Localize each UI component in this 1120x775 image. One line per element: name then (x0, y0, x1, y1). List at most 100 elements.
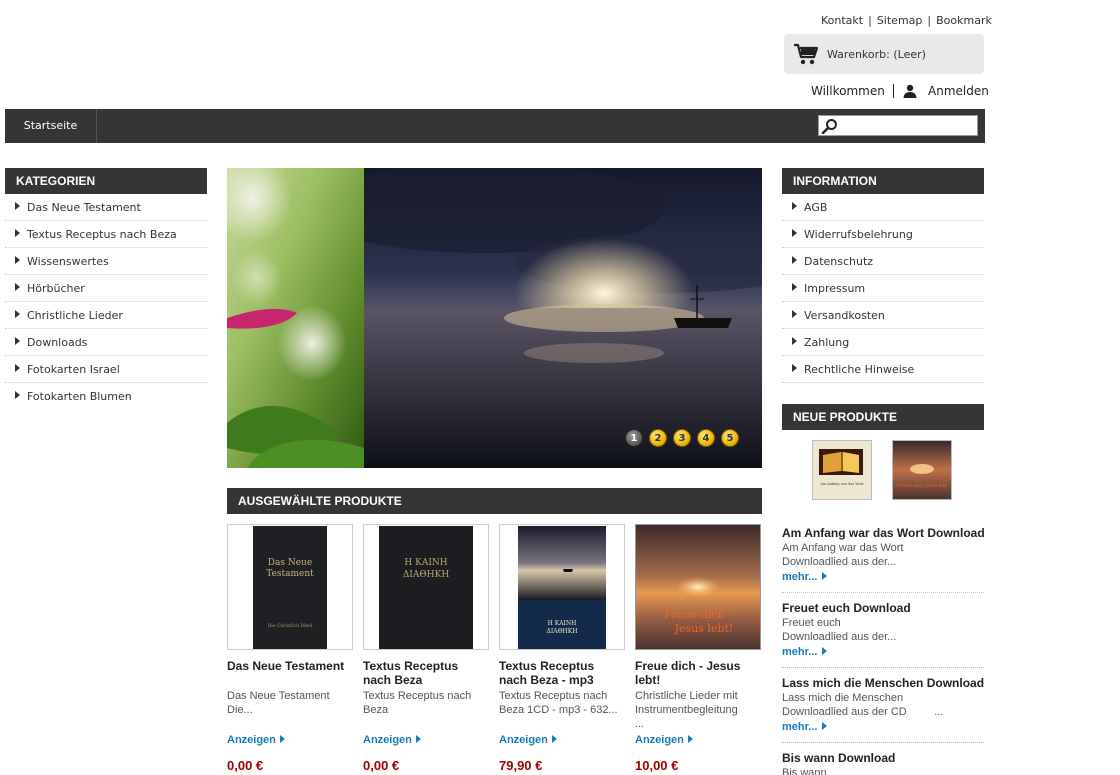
product-price: 79,90 € (499, 758, 543, 773)
categories-box: KATEGORIEN Das Neue Testament Textus Rec… (5, 168, 207, 410)
category-label: Textus Receptus nach Beza (27, 228, 177, 241)
product-title[interactable]: Freue dich - Jesus lebt! (635, 659, 761, 687)
search-input[interactable] (841, 117, 975, 134)
category-item[interactable]: Das Neue Testament (5, 194, 207, 221)
show-product-link[interactable]: Anzeigen (227, 734, 285, 746)
product-price: 0,00 € (363, 758, 400, 773)
product-title[interactable]: Das Neue Testament (227, 659, 353, 687)
product-title[interactable]: Textus Receptus nach Beza (363, 659, 489, 687)
information-label: Widerrufsbelehrung (804, 228, 913, 241)
show-label: Anzeigen (635, 734, 684, 746)
new-product-title[interactable]: Freuet euch Download (782, 601, 984, 616)
new-product-item: Lass mich die Menschen Download Lass mic… (782, 676, 984, 743)
product-price: 0,00 € (227, 758, 264, 773)
more-link[interactable]: mehr... (782, 720, 984, 734)
new-product-item: Am Anfang war das Wort Download Am Anfan… (782, 526, 985, 593)
cover-title-line-1: Η ΚΑΙΝΗ (404, 558, 447, 568)
account-area: Willkommen Anmelden (811, 84, 989, 100)
new-product-description: Downloadlied aus der... (782, 631, 897, 643)
cover-title-line-1: Das Neue (268, 558, 312, 568)
new-product-thumbnail[interactable]: Am Anfang war das Wort (812, 440, 872, 500)
product-description: Textus Receptus nach Beza (363, 690, 472, 716)
product-price: 10,00 € (635, 758, 679, 773)
slider-page-dot[interactable]: 3 (673, 429, 691, 447)
product-card: Η ΚΑΙΝΗ ΔΙΑΘΗΚΗ Textus Receptus nach Bez… (363, 524, 489, 773)
category-item[interactable]: Wissenswertes (5, 248, 207, 275)
new-products-thumbnails: Am Anfang war das Wort Freuet euch Jesus… (782, 430, 984, 526)
arrow-right-icon (792, 364, 797, 372)
category-item[interactable]: Textus Receptus nach Beza (5, 221, 207, 248)
more-link[interactable]: mehr... (782, 645, 984, 659)
sitemap-link[interactable]: Sitemap (877, 14, 923, 27)
arrow-right-icon (15, 310, 20, 318)
bookmark-link[interactable]: Bookmark (936, 14, 992, 27)
contact-link[interactable]: Kontakt (821, 14, 863, 27)
cover-title-line-2: Jesus lebt! (674, 622, 734, 635)
product-image[interactable]: Freue dich - Jesus lebt! (635, 524, 761, 650)
cover-title-line-2: Testament (266, 569, 314, 579)
information-item[interactable]: AGB (782, 194, 984, 221)
separator (893, 84, 894, 98)
category-item[interactable]: Fotokarten Israel (5, 356, 207, 383)
sea-sunset-slide-image (364, 168, 762, 468)
information-item[interactable]: Rechtliche Hinweise (782, 356, 984, 383)
category-label: Christliche Lieder (27, 309, 123, 322)
slider-page-dot[interactable]: 1 (625, 429, 643, 447)
cd-cover-image: Freue dich - Jesus lebt! (636, 525, 760, 649)
product-image[interactable]: Das Neue Testament Die Christlich Bibel (227, 524, 353, 650)
new-product-thumbnail[interactable]: Freuet euch Jesus lebt (892, 440, 952, 500)
new-product-item: Freuet euch Download Freuet euch Downloa… (782, 601, 984, 668)
more-link[interactable]: mehr... (782, 570, 984, 584)
slider-page-dot[interactable]: 2 (649, 429, 667, 447)
arrow-right-icon (279, 735, 285, 743)
information-item[interactable]: Datenschutz (782, 248, 984, 275)
information-item[interactable]: Impressum (782, 275, 984, 302)
nav-item-home[interactable]: Startseite (5, 109, 97, 143)
arrow-right-icon (792, 310, 797, 318)
more-label: mehr... (782, 646, 818, 658)
show-product-link[interactable]: Anzeigen (363, 734, 421, 746)
category-item[interactable]: Hörbücher (5, 275, 207, 302)
cover-subtitle: Die Christlich Bibel (268, 623, 313, 629)
category-item[interactable]: Downloads (5, 329, 207, 356)
product-image[interactable]: Η ΚΑΙΝΗ ΔΙΑΘΗΚΗ (363, 524, 489, 650)
show-label: Anzeigen (499, 734, 548, 746)
arrow-right-icon (822, 572, 828, 580)
category-item[interactable]: Fotokarten Blumen (5, 383, 207, 410)
arrow-right-icon (822, 722, 828, 730)
new-product-title[interactable]: Lass mich die Menschen Download (782, 676, 984, 691)
show-product-link[interactable]: Anzeigen (635, 734, 693, 746)
link-separator: | (868, 14, 872, 27)
product-card: Freue dich - Jesus lebt! Freue dich - Je… (635, 524, 761, 773)
information-item[interactable]: Zahlung (782, 329, 984, 356)
image-slider[interactable]: 12345 (227, 168, 762, 468)
show-product-link[interactable]: Anzeigen (499, 734, 557, 746)
bible-cover-image: Am Anfang war das Wort (813, 441, 871, 499)
login-link[interactable]: Anmelden (928, 84, 989, 98)
arrow-right-icon (15, 202, 20, 210)
new-product-title[interactable]: Am Anfang war das Wort Download (782, 526, 985, 541)
cover-title-line-1: Η ΚΑΙΝΗ (548, 620, 577, 627)
cover-title-line-1: Freue dich - (664, 608, 732, 621)
product-image[interactable]: Η ΚΑΙΝΗ ΔΙΑΘΗΚΗ (499, 524, 625, 650)
user-icon (903, 84, 917, 98)
new-product-subtitle: Bis wann (782, 767, 827, 775)
category-label: Das Neue Testament (27, 201, 141, 214)
product-description: Christliche Lieder mit Instrumentbegleit… (635, 690, 738, 730)
new-product-title[interactable]: Bis wann Download (782, 751, 984, 766)
information-label: Datenschutz (804, 255, 874, 268)
information-item[interactable]: Versandkosten (782, 302, 984, 329)
product-card: Η ΚΑΙΝΗ ΔΙΑΘΗΚΗ Textus Receptus nach Bez… (499, 524, 625, 773)
new-products-title: NEUE PRODUKTE (782, 404, 984, 430)
cart-box[interactable]: Warenkorb: (Leer) (784, 34, 984, 74)
slider-page-dot[interactable]: 5 (721, 429, 739, 447)
thumbnail-caption: Freuet euch Jesus lebt (897, 484, 947, 489)
more-label: mehr... (782, 571, 818, 583)
search-icon[interactable] (821, 118, 839, 134)
category-label: Wissenswertes (27, 255, 109, 268)
slider-page-dot[interactable]: 4 (697, 429, 715, 447)
category-item[interactable]: Christliche Lieder (5, 302, 207, 329)
product-title[interactable]: Textus Receptus nach Beza - mp3 (499, 659, 625, 687)
information-item[interactable]: Widerrufsbelehrung (782, 221, 984, 248)
arrow-right-icon (15, 337, 20, 345)
